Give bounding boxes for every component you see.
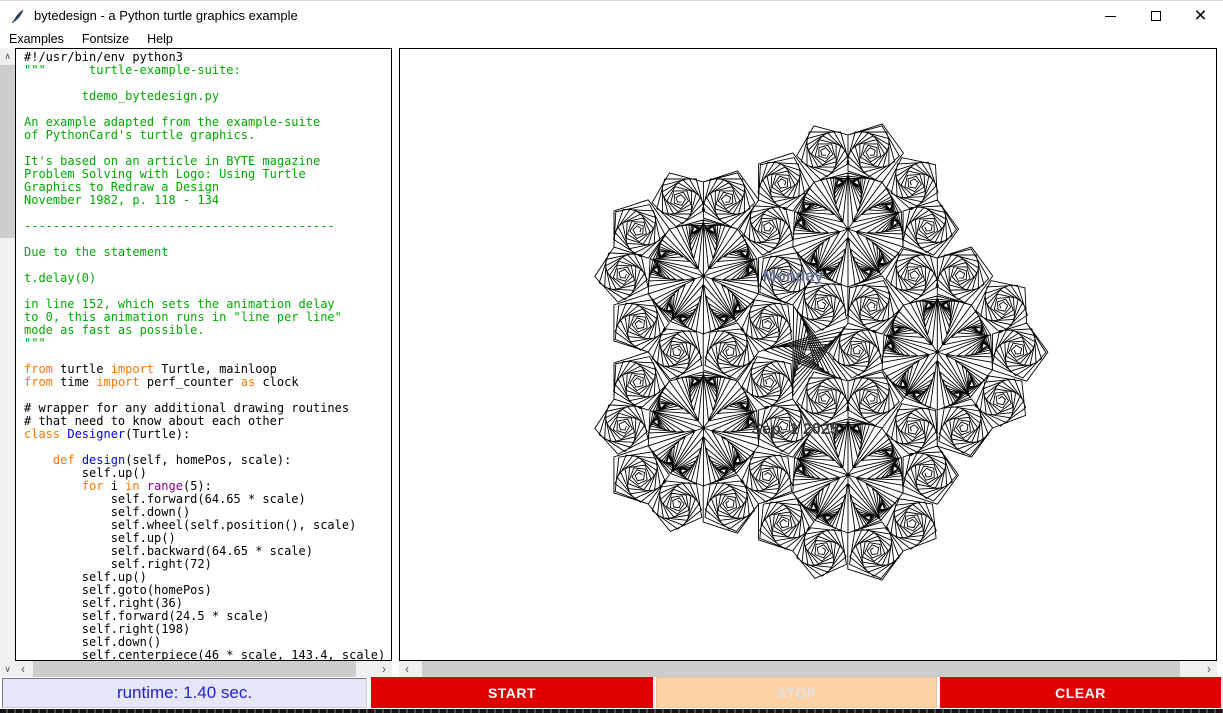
menubar: ExamplesFontsizeHelp [0, 31, 1223, 48]
minimize-button[interactable] [1088, 1, 1133, 31]
canvas-hscrollbar-thumb[interactable] [422, 661, 1180, 677]
main-area: ∧ #!/usr/bin/env python3""" turtle-examp… [0, 48, 1223, 661]
maximize-icon [1151, 11, 1161, 21]
code-line: November 1982, p. 118 - 134 [24, 194, 385, 207]
code-line: ----------------------------------------… [24, 220, 385, 233]
turtle-canvas: Monday Sep. 1 2025 [399, 48, 1217, 661]
canvas-date-label: Sep. 1 2025 [751, 421, 838, 439]
code-line: from time import perf_counter as clock [24, 376, 385, 389]
minimize-icon [1105, 16, 1116, 17]
code-line: self.centerpiece(46 * scale, 143.4, scal… [24, 649, 385, 661]
clear-button[interactable]: CLEAR [940, 677, 1221, 708]
scroll-right-arrow-icon[interactable]: › [1201, 661, 1217, 677]
maximize-button[interactable] [1133, 1, 1178, 31]
canvas-horizontal-scrollbar[interactable]: ‹ › [399, 661, 1217, 677]
scroll-right-arrow-icon[interactable]: › [376, 661, 392, 677]
code-line: of PythonCard's turtle graphics. [24, 129, 385, 142]
code-horizontal-scrollbar[interactable]: ‹ › [15, 661, 392, 677]
code-line: t.delay(0) [24, 272, 385, 285]
code-editor[interactable]: #!/usr/bin/env python3""" turtle-example… [15, 48, 392, 661]
scroll-up-arrow-icon[interactable]: ∧ [0, 48, 15, 64]
menu-item-fontsize[interactable]: Fontsize [73, 31, 138, 48]
vertical-scrollbar-thumb[interactable] [0, 65, 15, 238]
titlebar[interactable]: bytedesign - a Python turtle graphics ex… [0, 1, 1223, 31]
scroll-down-arrow-icon[interactable]: ∨ [0, 661, 15, 677]
code-line: Due to the statement [24, 246, 385, 259]
code-hscrollbar-thumb[interactable] [33, 661, 356, 677]
window-bottom-edge [0, 709, 1223, 713]
code-line: mode as fast as possible. [24, 324, 385, 337]
bottom-bar: runtime: 1.40 sec. STARTSTOPCLEAR [0, 677, 1223, 709]
code-line: tdemo_bytedesign.py [24, 90, 385, 103]
app-window: bytedesign - a Python turtle graphics ex… [0, 0, 1223, 712]
canvas-weekday-label: Monday [763, 268, 823, 286]
close-button[interactable]: × [1178, 1, 1223, 31]
feather-app-icon [10, 8, 26, 24]
start-button[interactable]: START [371, 677, 653, 708]
pane-divider[interactable] [392, 48, 399, 661]
stop-button[interactable]: STOP [656, 677, 937, 708]
window-title: bytedesign - a Python turtle graphics ex… [34, 1, 298, 31]
code-vertical-scrollbar[interactable]: ∧ [0, 48, 15, 661]
scroll-left-arrow-icon[interactable]: ‹ [15, 661, 31, 677]
scroll-left-arrow-icon[interactable]: ‹ [399, 661, 415, 677]
menu-item-help[interactable]: Help [138, 31, 182, 48]
code-text: #!/usr/bin/env python3""" turtle-example… [24, 51, 385, 661]
menu-item-examples[interactable]: Examples [0, 31, 73, 48]
scrollbar-row: ∨ ‹ › ‹ › [0, 661, 1223, 677]
bytedesign-drawing [400, 49, 1216, 660]
code-line: """ [24, 337, 385, 350]
code-line: class Designer(Turtle): [24, 428, 385, 441]
close-icon: × [1194, 5, 1206, 26]
runtime-label: runtime: 1.40 sec. [2, 678, 367, 708]
code-line: """ turtle-example-suite: [24, 64, 385, 77]
